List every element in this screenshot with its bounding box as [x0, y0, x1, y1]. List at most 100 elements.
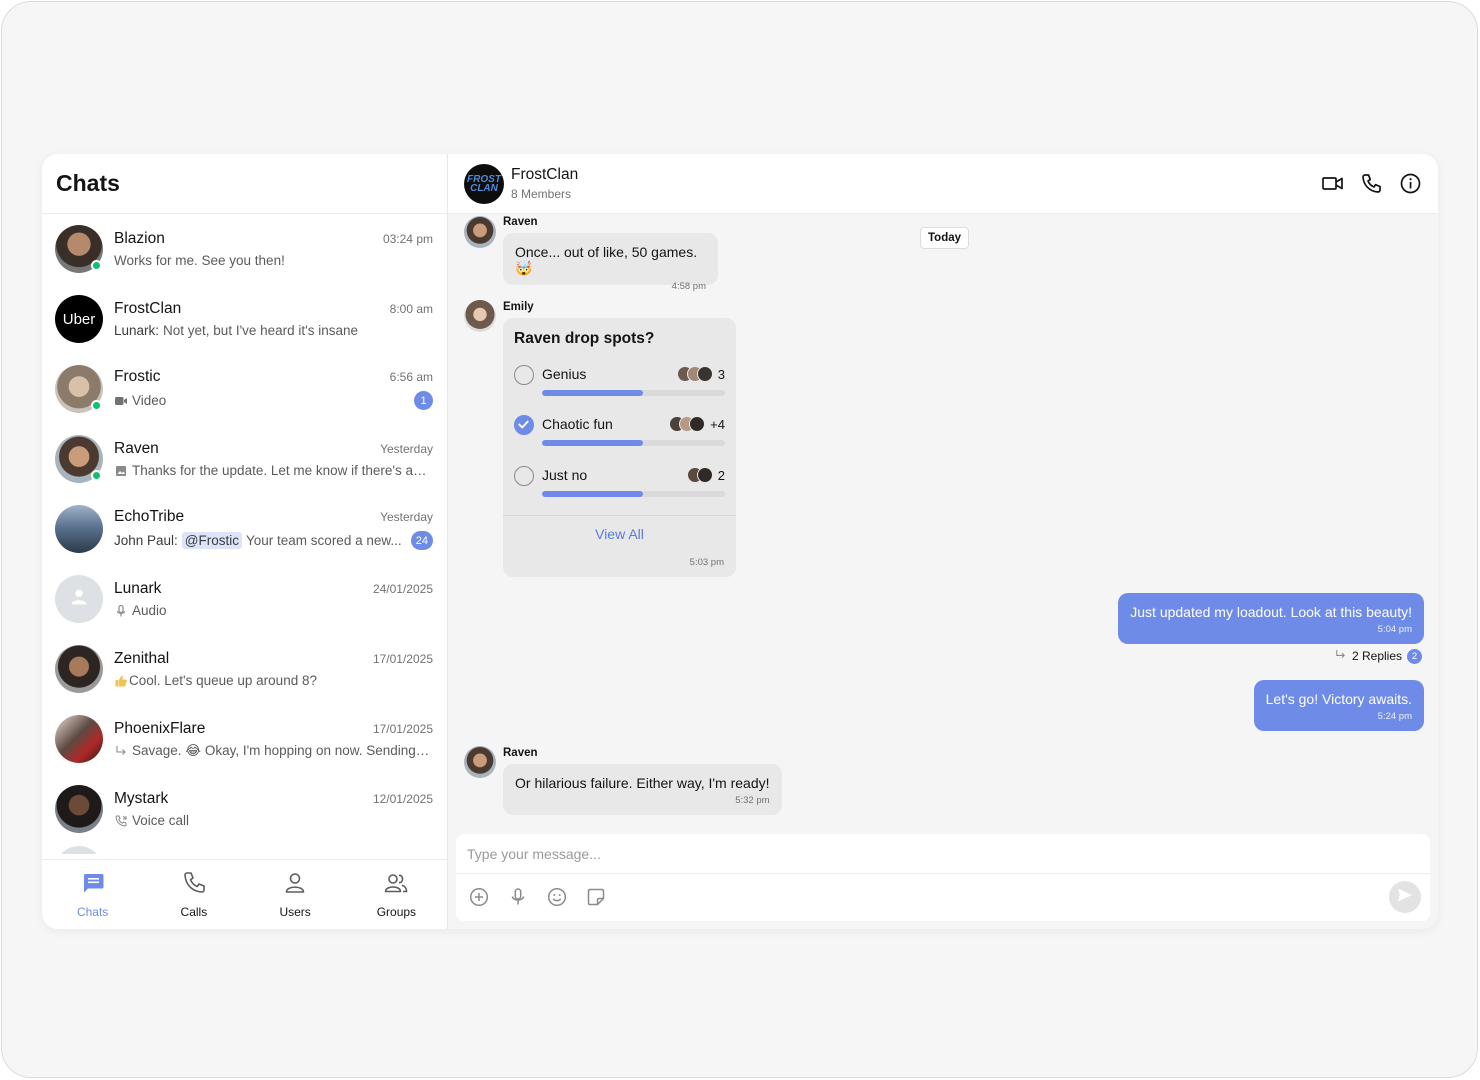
chat-name: Blazion [114, 230, 165, 247]
page-title: Chats [56, 170, 120, 196]
message-bubble-outgoing[interactable]: Let's go! Victory awaits. 5:24 pm [1253, 680, 1424, 731]
chat-item-echotribe[interactable]: EchoTribe Yesterday John Paul: @Frostic … [42, 494, 447, 564]
avatar[interactable] [464, 746, 496, 778]
message-text: Or hilarious failure. Either way, I'm re… [515, 775, 770, 791]
chat-item-lunark[interactable]: Lunark 24/01/2025 Audio [42, 564, 447, 634]
image-icon [114, 464, 128, 478]
nav-calls-label: Calls [180, 905, 208, 919]
chat-preview: Savage. 😂 Okay, I'm hopping on now. Send… [132, 742, 433, 758]
message-bubble[interactable]: Once... out of like, 50 games. 🤯 4:58 pm [503, 233, 718, 292]
chat-time: 12/01/2025 [372, 792, 433, 806]
chat-item-raven[interactable]: Raven Yesterday Thanks for the update. L… [42, 424, 447, 494]
chat-time: Yesterday [380, 442, 433, 456]
conversation-header: FROST CLAN FrostClan 8 Members [448, 154, 1438, 214]
message-bubble-outgoing[interactable]: Just updated my loadout. Look at this be… [1118, 593, 1424, 644]
user-icon [282, 870, 308, 899]
video-call-icon[interactable] [1321, 172, 1344, 195]
chat-name: Frostic [114, 368, 161, 385]
nav-users-label: Users [279, 905, 311, 919]
video-icon [114, 394, 128, 408]
avatar: Uber [55, 295, 103, 343]
conversation-title: FrostClan [511, 166, 579, 183]
voter-avatars [669, 416, 706, 432]
message-sender: Raven [503, 216, 538, 228]
chat-item-zenithal[interactable]: Zenithal 17/01/2025 Cool. Let's queue up… [42, 634, 447, 704]
chat-preview: Voice call [132, 813, 190, 828]
phone-call-icon [114, 814, 128, 828]
poll-option[interactable]: Just no 2 [514, 464, 725, 504]
nav-chats[interactable]: Chats [42, 860, 143, 929]
chat-preview: Works for me. See you then! [114, 253, 285, 268]
chat-name: Raven [114, 440, 159, 457]
emoji-icon[interactable] [547, 887, 567, 907]
nav-users[interactable]: Users [245, 860, 346, 929]
chat-item-mystark[interactable]: Mystark 12/01/2025 Voice call [42, 774, 447, 844]
poll-option-label: Chaotic fun [542, 416, 613, 432]
chat-name: EchoTribe [114, 508, 185, 525]
view-all-button[interactable]: View All [503, 526, 736, 542]
sidebar: Chats Blazion 03:24 pm Works for me. See… [42, 154, 448, 929]
poll-option-count: 3 [717, 366, 725, 382]
mention-tag: @Frostic [181, 532, 243, 549]
poll-question: Raven drop spots? [514, 330, 655, 347]
send-button[interactable] [1389, 881, 1421, 913]
poll-progress-bar [542, 440, 725, 446]
chat-name: Lunark [114, 580, 162, 597]
chat-time: 6:56 am [389, 370, 433, 384]
chat-bubble-icon [80, 870, 106, 899]
chat-item-frostic[interactable]: Frostic 6:56 am Video 1 [42, 354, 447, 424]
group-avatar[interactable]: FROST CLAN [464, 163, 504, 204]
voter-avatars [686, 467, 713, 483]
avatar [55, 505, 103, 553]
conversation-panel: FROST CLAN FrostClan 8 Members Today Rav… [448, 154, 1438, 929]
chat-item-partial[interactable] [42, 844, 447, 854]
message-list: Today Raven Once... out of like, 50 game… [448, 214, 1438, 929]
chat-preview: Video [132, 393, 167, 408]
poll-fill [542, 440, 643, 446]
avatar[interactable] [464, 300, 496, 332]
poll-option[interactable]: Genius 3 [514, 363, 725, 403]
chat-item-frostclan[interactable]: Uber FrostClan 8:00 am Lunark: Not yet, … [42, 284, 447, 354]
chat-time: Yesterday [380, 510, 433, 524]
chat-item-phoenixflare[interactable]: PhoenixFlare 17/01/2025 Savage. 😂 Okay, … [42, 704, 447, 774]
chat-app: Chats Blazion 03:24 pm Works for me. See… [42, 154, 1438, 929]
message-time: 5:32 pm [735, 795, 770, 806]
message-sender: Emily [503, 301, 534, 313]
message-text: Once... out of like, 50 games. 🤯 [515, 244, 698, 276]
send-icon [1396, 886, 1414, 909]
nav-groups-label: Groups [376, 905, 417, 919]
poll-radio-checked[interactable] [514, 415, 534, 435]
message-input[interactable] [456, 834, 1430, 874]
poll-option-count: 2 [717, 467, 725, 483]
microphone-icon[interactable] [508, 887, 528, 907]
thumbs-up-icon [114, 674, 128, 688]
poll-option-label: Genius [542, 366, 587, 382]
chat-time: 8:00 am [389, 302, 433, 316]
chat-preview: Audio [132, 603, 167, 618]
poll-option[interactable]: Chaotic fun +4 [514, 413, 725, 453]
chat-list: Blazion 03:24 pm Works for me. See you t… [42, 214, 447, 859]
add-attachment-icon[interactable] [469, 887, 489, 907]
avatar [55, 645, 103, 693]
chat-time: 03:24 pm [382, 232, 433, 246]
online-indicator [91, 260, 102, 271]
chat-name: PhoenixFlare [114, 719, 206, 737]
voice-call-icon[interactable] [1360, 172, 1383, 195]
sticker-icon[interactable] [586, 887, 606, 907]
chat-item-blazion[interactable]: Blazion 03:24 pm Works for me. See you t… [42, 214, 447, 284]
poll-radio[interactable] [514, 365, 534, 385]
message-time: 4:58 pm [671, 281, 706, 292]
chat-name: FrostClan [114, 300, 182, 317]
avatar[interactable] [464, 216, 496, 248]
avatar [55, 715, 103, 763]
message-bubble[interactable]: Or hilarious failure. Either way, I'm re… [503, 764, 782, 815]
thread-replies[interactable]: 2 Replies 2 [1334, 648, 1422, 664]
chat-time: 17/01/2025 [372, 652, 433, 666]
nav-groups[interactable]: Groups [346, 860, 447, 929]
preview-sender: John Paul: [114, 533, 178, 548]
poll-radio[interactable] [514, 466, 534, 486]
info-icon[interactable] [1399, 172, 1422, 195]
nav-calls[interactable]: Calls [143, 860, 244, 929]
chat-time: 17/01/2025 [372, 721, 433, 736]
poll-option-count: +4 [710, 416, 725, 432]
